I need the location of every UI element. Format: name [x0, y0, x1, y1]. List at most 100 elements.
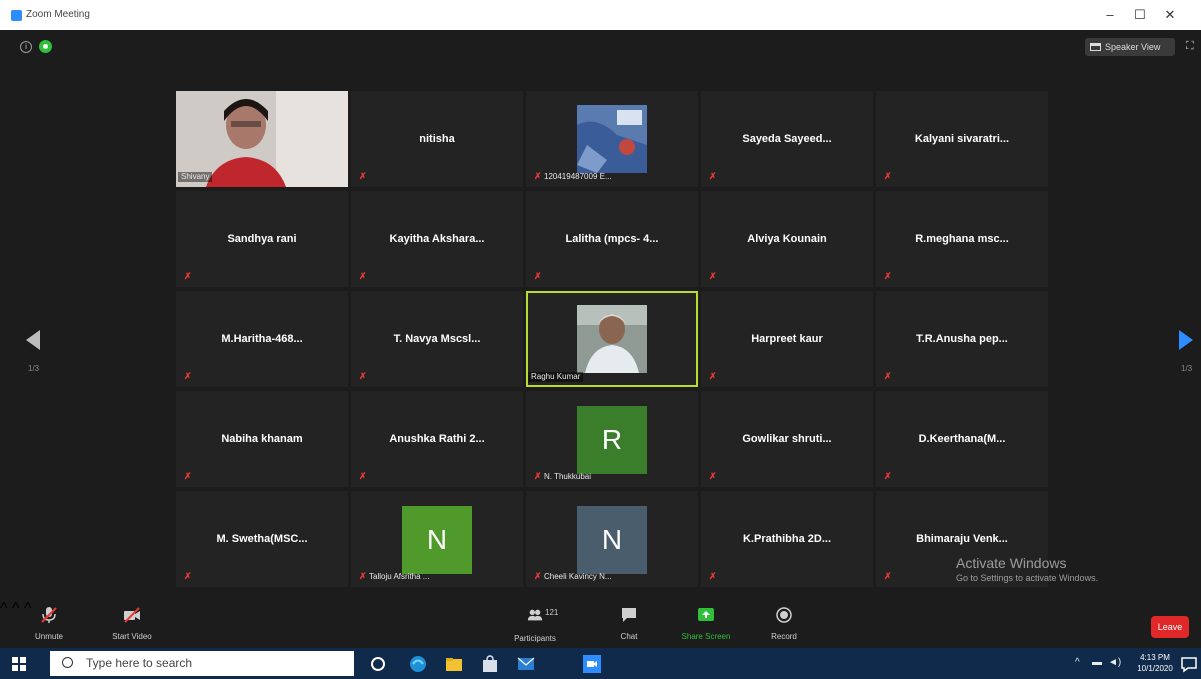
leave-meeting-button[interactable]: Leave [1151, 616, 1189, 638]
share-screen-label: Share Screen [681, 632, 731, 641]
participant-tile[interactable]: Anushka Rathi 2... ✗ [351, 391, 523, 487]
fullscreen-icon[interactable]: ⛶ [1186, 40, 1198, 52]
participant-tile[interactable]: nitisha ✗ [351, 91, 523, 187]
participant-tile[interactable]: K.Prathibha 2D... ✗ [701, 491, 873, 587]
muted-mic-icon: ✗ [359, 471, 367, 481]
muted-mic-icon: ✗ [884, 171, 892, 181]
participants-count: 121 [545, 608, 559, 617]
participant-name: Nabiha khanam [221, 433, 303, 445]
participants-icon [527, 609, 543, 621]
minimize-button[interactable]: – [1100, 7, 1120, 22]
mail-icon[interactable] [517, 655, 535, 673]
muted-mic-icon: ✗ [359, 271, 367, 281]
meeting-info-icon[interactable]: i [20, 41, 32, 53]
participant-name-label: Raghu Kumar [528, 372, 584, 382]
participant-name: T.R.Anusha pep... [916, 333, 1008, 345]
next-page-icon[interactable] [1179, 330, 1193, 350]
chat-icon [622, 608, 636, 622]
participant-name: nitisha [419, 133, 455, 145]
muted-mic-icon: ✗ [184, 571, 192, 581]
muted-mic-icon: ✗ [359, 171, 367, 181]
network-icon[interactable]: ▬ [1092, 657, 1102, 668]
previous-page-icon[interactable] [26, 330, 40, 350]
windows-start-icon[interactable] [12, 657, 26, 671]
participant-tile[interactable]: N ✗ Talloju Afsritha ... [351, 491, 523, 587]
participant-tile[interactable]: Harpreet kaur ✗ [701, 291, 873, 387]
participant-tile[interactable]: D.Keerthana(M... ✗ [876, 391, 1048, 487]
muted-mic-icon: ✗ [709, 371, 717, 381]
close-button[interactable]: ✕ [1160, 7, 1180, 23]
record-button[interactable]: Record [749, 600, 819, 648]
share-screen-button[interactable]: Share Screen [671, 600, 741, 648]
zoom-taskbar-icon[interactable] [583, 655, 601, 673]
start-video-button[interactable]: Start Video [97, 600, 167, 648]
participant-tile[interactable]: Gowlikar shruti... ✗ [701, 391, 873, 487]
edge-browser-icon[interactable] [409, 655, 427, 673]
participant-tile[interactable]: Sandhya rani ✗ [176, 191, 348, 287]
muted-mic-icon: ✗ [709, 471, 717, 481]
record-icon [776, 607, 792, 623]
participant-name: R.meghana msc... [915, 233, 1009, 245]
taskbar-search-box[interactable]: Type here to search [50, 651, 354, 676]
participant-tile[interactable]: Kayitha Akshara... ✗ [351, 191, 523, 287]
participant-name: T. Navya Mscsl... [393, 333, 481, 345]
participant-name-label: Talloju Afsritha ... [369, 572, 430, 581]
share-screen-icon [698, 608, 714, 621]
muted-microphone-icon [41, 607, 57, 623]
activate-windows-watermark: Activate Windows Go to Settings to activ… [956, 555, 1098, 583]
participant-name: Kalyani sivaratri... [914, 133, 1010, 145]
participant-tile[interactable]: ✗ 120419487009 E... [526, 91, 698, 187]
participant-tile[interactable]: T. Navya Mscsl... ✗ [351, 291, 523, 387]
taskbar-clock[interactable]: 4:13 PM 10/1/2020 [1136, 652, 1174, 674]
participant-name: M.Haritha-468... [221, 333, 303, 345]
participant-name: Harpreet kaur [751, 333, 823, 345]
windows-taskbar: Type here to search ^ ▬ ◄) 4:13 PM 10/1/… [0, 648, 1201, 679]
participant-tile[interactable]: Lalitha (mpcs- 4... ✗ [526, 191, 698, 287]
participant-avatar: N [577, 506, 647, 574]
participant-name: Alviya Kounain [747, 233, 827, 245]
meeting-controls-bar: Unmute ^ Start Video ^ 121 Participants … [0, 600, 1201, 648]
participant-avatar: R [577, 406, 647, 474]
participant-tile[interactable]: Kalyani sivaratri... ✗ [876, 91, 1048, 187]
participant-tile[interactable]: Alviya Kounain ✗ [701, 191, 873, 287]
volume-icon[interactable]: ◄) [1108, 657, 1121, 668]
muted-mic-icon: ✗ [184, 471, 192, 481]
store-icon[interactable] [481, 655, 499, 673]
participant-name: Sayeda Sayeed... [742, 133, 832, 145]
search-icon [62, 657, 73, 668]
participant-tile[interactable]: T.R.Anusha pep... ✗ [876, 291, 1048, 387]
tray-chevron-icon[interactable]: ^ [1075, 657, 1080, 668]
participant-tile[interactable]: Nabiha khanam ✗ [176, 391, 348, 487]
participant-name: K.Prathibha 2D... [742, 533, 832, 545]
encryption-shield-icon[interactable] [39, 40, 52, 53]
speaker-view-label: Speaker View [1105, 42, 1161, 52]
active-speaker-tile[interactable]: Raghu Kumar [526, 291, 698, 387]
muted-mic-icon: ✗ [534, 471, 542, 481]
cortana-icon[interactable] [369, 655, 387, 673]
chat-label: Chat [620, 632, 638, 641]
unmute-button[interactable]: Unmute [14, 600, 84, 648]
participants-button[interactable]: 121 Participants [500, 600, 570, 648]
maximize-button[interactable]: ☐ [1130, 7, 1150, 23]
participant-video [577, 305, 647, 373]
participant-tile[interactable]: R.meghana msc... ✗ [876, 191, 1048, 287]
chat-button[interactable]: Chat [594, 600, 664, 648]
participant-tile[interactable]: R ✗ N. Thukkubai [526, 391, 698, 487]
participant-name: Gowlikar shruti... [742, 433, 832, 445]
page-indicator-left: 1/3 [28, 364, 40, 373]
search-placeholder: Type here to search [86, 656, 193, 670]
notifications-icon[interactable] [1180, 655, 1198, 673]
audio-options-chevron-icon[interactable]: ^ [0, 600, 8, 617]
participant-tile[interactable]: Sayeda Sayeed... ✗ [701, 91, 873, 187]
participant-name-label: Cheeli Kavincy N... [544, 572, 612, 581]
participant-tile[interactable]: N ✗ Cheeli Kavincy N... [526, 491, 698, 587]
participant-tile[interactable]: M.Haritha-468... ✗ [176, 291, 348, 387]
participant-tile[interactable]: Shivany [176, 91, 348, 187]
file-explorer-icon[interactable] [445, 655, 463, 673]
participant-name-label: N. Thukkubai [544, 472, 591, 481]
muted-mic-icon: ✗ [884, 271, 892, 281]
participant-tile[interactable]: M. Swetha(MSC... ✗ [176, 491, 348, 587]
participant-name: Kayitha Akshara... [389, 233, 485, 245]
speaker-view-button[interactable]: Speaker View [1085, 38, 1175, 56]
muted-mic-icon: ✗ [884, 571, 892, 581]
